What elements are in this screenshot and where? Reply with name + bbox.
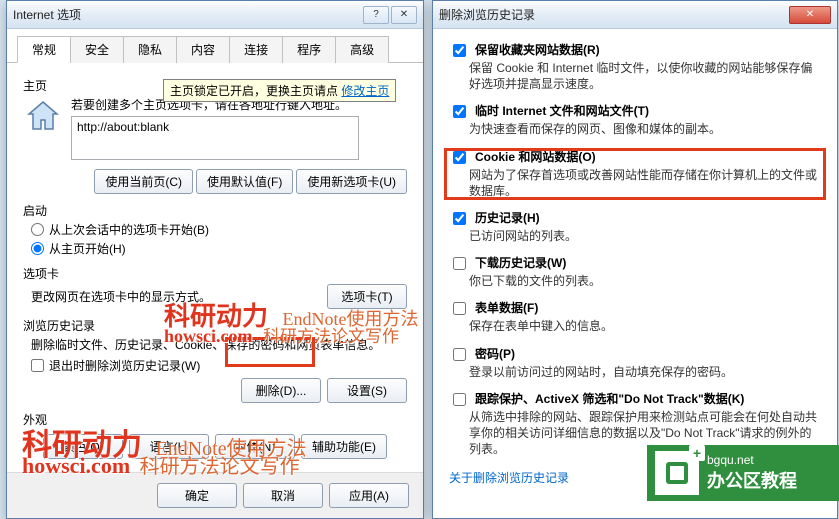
history-item-checkbox-5[interactable] [453,302,466,315]
history-delete-button[interactable]: 删除(D)... [241,378,321,403]
startup-home-radio-input[interactable] [31,242,44,255]
about-delete-link[interactable]: 关于删除浏览历史记录 [449,471,569,485]
tab-advanced[interactable]: 高级 [335,36,389,63]
history-item-label-2: Cookie 和网站数据(O) [475,148,596,165]
history-item-label-3: 历史记录(H) [475,209,540,226]
home-icon [23,96,63,136]
ok-button[interactable]: 确定 [157,483,237,508]
history-settings-button[interactable]: 设置(S) [327,378,407,403]
history-item-label-4: 下载历史记录(W) [475,254,566,271]
internet-options-window: Internet 选项 ? ✕ 常规 安全 隐私 内容 连接 程序 高级 主页 … [6,0,424,519]
startup-home-radio[interactable]: 从主页开始(H) [31,240,407,257]
tab-privacy[interactable]: 隐私 [123,36,177,63]
colors-button[interactable]: 颜色(O) [43,434,123,459]
left-footer: 确定 取消 应用(A) [7,472,423,518]
tab-programs[interactable]: 程序 [282,36,336,63]
startup-group-label: 启动 [23,202,407,219]
history-item-desc-2: 网站为了保存首选项或改善网站性能而存储在你计算机上的文件或数据库。 [469,167,821,199]
fonts-button[interactable]: 字体(N) [215,434,295,459]
history-desc: 删除临时文件、历史记录、Cookie、保存的密码和网页表单信息。 [31,336,407,353]
startup-last-label: 从上次会话中的选项卡开始(B) [49,221,209,238]
history-item-label-5: 表单数据(F) [475,299,538,316]
history-item-label-6: 密码(P) [475,345,515,362]
tooltip-link[interactable]: 修改主页 [341,84,389,98]
history-item-checkbox-0[interactable] [453,44,466,57]
history-group-label: 浏览历史记录 [23,317,407,334]
history-item-3: 历史记录(H) 已访问网站的列表。 [449,209,821,244]
history-item-desc-4: 你已下载的文件的列表。 [469,273,821,289]
history-item-0: 保留收藏夹网站数据(R) 保留 Cookie 和 Internet 临时文件，以使… [449,41,821,92]
history-item-desc-5: 保存在表单中键入的信息。 [469,318,821,334]
language-button[interactable]: 语言(L) [129,434,209,459]
tooltip-text: 主页锁定已开启，更换主页请点 [170,84,341,98]
delete-on-exit-check[interactable]: 退出时删除浏览历史记录(W) [31,357,407,374]
accessibility-button[interactable]: 辅助功能(E) [301,434,387,459]
startup-last-radio[interactable]: 从上次会话中的选项卡开始(B) [31,221,407,238]
history-item-2: Cookie 和网站数据(O) 网站为了保存首选项或改善网站性能而存储在你计算机上… [449,148,821,199]
startup-home-label: 从主页开始(H) [49,240,126,257]
history-item-5: 表单数据(F) 保存在表单中键入的信息。 [449,299,821,334]
history-item-checkbox-7[interactable] [453,393,466,406]
history-item-checkbox-6[interactable] [453,348,466,361]
appearance-group-label: 外观 [23,411,407,428]
homepage-url-input[interactable] [71,116,359,160]
badge-title: 办公区教程 [707,467,797,493]
history-item-label-0: 保留收藏夹网站数据(R) [475,41,600,58]
history-item-desc-3: 已访问网站的列表。 [469,228,821,244]
titlebar-right: 删除浏览历史记录 ✕ [433,1,837,29]
history-item-checkbox-4[interactable] [453,257,466,270]
delete-on-exit-checkbox[interactable] [31,359,44,372]
tab-general[interactable]: 常规 [17,36,71,63]
history-item-checkbox-1[interactable] [453,105,466,118]
history-item-label-1: 临时 Internet 文件和网站文件(T) [475,102,649,119]
plus-icon: + [689,445,705,461]
left-body: 主页 若要创建多个主页选项卡，请在各地址行键入地址。 使用当前页(C) 使用默认… [7,63,423,469]
tabs-strip: 常规 安全 隐私 内容 连接 程序 高级 [7,29,423,63]
history-item-checkbox-3[interactable] [453,212,466,225]
right-window-title: 删除浏览历史记录 [439,6,535,23]
badge-url: bgqu.net [707,453,797,467]
use-current-button[interactable]: 使用当前页(C) [94,169,193,194]
help-button[interactable]: ? [363,6,389,24]
tabs-button[interactable]: 选项卡(T) [327,284,407,309]
cancel-button[interactable]: 取消 [243,483,323,508]
tabs-group-label: 选项卡 [23,265,407,282]
delete-on-exit-label: 退出时删除浏览历史记录(W) [49,357,200,374]
apply-button[interactable]: 应用(A) [329,483,409,508]
close-button-left[interactable]: ✕ [391,6,417,24]
startup-last-radio-input[interactable] [31,223,44,236]
tab-connections[interactable]: 连接 [229,36,283,63]
delete-history-window: 删除浏览历史记录 ✕ 保留收藏夹网站数据(R) 保留 Cookie 和 Inter… [432,0,838,519]
tab-security[interactable]: 安全 [70,36,124,63]
history-item-desc-0: 保留 Cookie 和 Internet 临时文件，以使你收藏的网站能够保存偏好… [469,60,821,92]
history-item-desc-1: 为快速查看而保存的网页、图像和媒体的副本。 [469,121,821,137]
homepage-tooltip: 主页锁定已开启，更换主页请点 修改主页 [163,79,396,102]
use-newtab-button[interactable]: 使用新选项卡(U) [296,169,407,194]
badge-icon: + [655,451,699,495]
history-item-label-7: 跟踪保护、ActiveX 筛选和"Do Not Track"数据(K) [475,390,744,407]
close-button-right[interactable]: ✕ [789,6,831,24]
history-item-4: 下载历史记录(W) 你已下载的文件的列表。 [449,254,821,289]
site-badge: + bgqu.net 办公区教程 [647,445,839,501]
tabs-desc: 更改网页在选项卡中的显示方式。 [31,288,327,305]
titlebar-left: Internet 选项 ? ✕ [7,1,423,29]
history-item-desc-6: 登录以前访问过的网站时，自动填充保存的密码。 [469,364,821,380]
tab-content[interactable]: 内容 [176,36,230,63]
history-item-6: 密码(P) 登录以前访问过的网站时，自动填充保存的密码。 [449,345,821,380]
history-item-1: 临时 Internet 文件和网站文件(T) 为快速查看而保存的网页、图像和媒体的… [449,102,821,137]
history-item-checkbox-2[interactable] [453,151,466,164]
use-default-button[interactable]: 使用默认值(F) [196,169,293,194]
window-title: Internet 选项 [13,6,81,23]
